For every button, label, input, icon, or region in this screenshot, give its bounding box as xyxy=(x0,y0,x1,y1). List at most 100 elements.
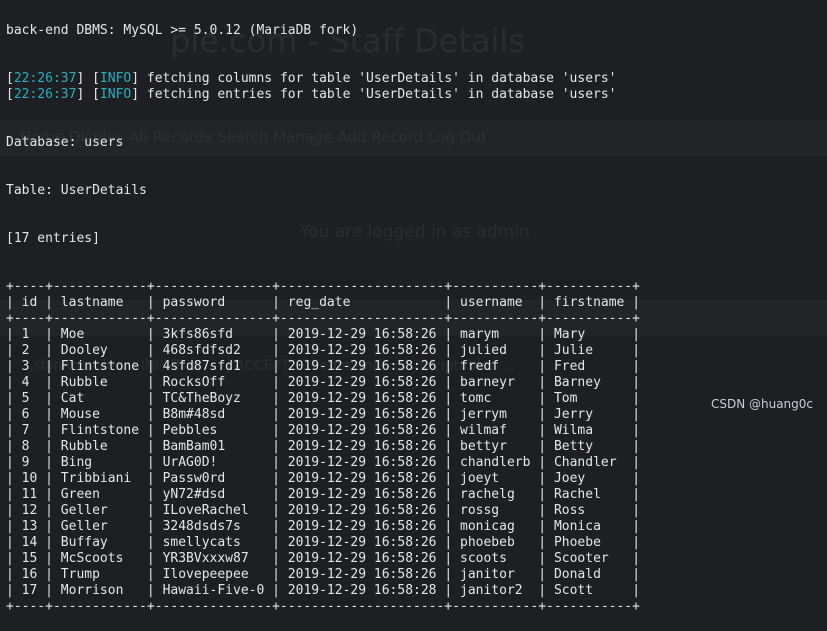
cell-username: phoebeb xyxy=(460,535,531,550)
log-timestamp: 22:26:37 xyxy=(13,87,77,102)
cell-lastname: Rubble xyxy=(60,375,140,390)
table-row: | 7 | Flintstone | Pebbles | 2019-12-29 … xyxy=(6,423,641,438)
cell-username: bettyr xyxy=(460,439,531,454)
table-row: | 6 | Mouse | B8m#48sd | 2019-12-29 16:5… xyxy=(6,407,641,422)
cell-firstname: Wilma xyxy=(553,423,625,438)
cell-lastname: Bing xyxy=(60,455,140,470)
cell-username: julied xyxy=(460,343,531,358)
cell-username: monicag xyxy=(460,519,531,534)
table-header-row: | id | lastname | password | reg_date | … xyxy=(6,295,641,310)
table-row: | 12 | Geller | ILoveRachel | 2019-12-29… xyxy=(6,503,641,518)
column-header-lastname: lastname xyxy=(60,295,140,310)
cell-reg_date: 2019-12-29 16:58:26 xyxy=(287,439,437,454)
cell-lastname: Dooley xyxy=(60,343,140,358)
cell-password: Pebbles xyxy=(162,423,265,438)
cell-firstname: Joey xyxy=(553,471,625,486)
cell-id: 8 xyxy=(21,439,38,454)
cell-firstname: Tom xyxy=(553,391,625,406)
cell-firstname: Mary xyxy=(553,327,625,342)
cell-lastname: Tribbiani xyxy=(60,471,140,486)
cell-id: 13 xyxy=(21,519,38,534)
log-message: fetching columns for table 'UserDetails'… xyxy=(146,71,617,86)
cell-reg_date: 2019-12-29 16:58:26 xyxy=(287,487,437,502)
cell-id: 9 xyxy=(21,455,38,470)
column-header-username: username xyxy=(460,295,531,310)
cell-password: B8m#48sd xyxy=(162,407,265,422)
cell-password: UrAG0D! xyxy=(162,455,265,470)
cell-firstname: Chandler xyxy=(553,455,625,470)
cell-id: 1 xyxy=(21,327,38,342)
table-row: | 2 | Dooley | 468sfdfsd2 | 2019-12-29 1… xyxy=(6,343,641,358)
cell-password: Ilovepeepee xyxy=(162,567,265,582)
table-row: | 10 | Tribbiani | Passw0rd | 2019-12-29… xyxy=(6,471,641,486)
cell-username: janitor xyxy=(460,567,531,582)
cell-id: 12 xyxy=(21,503,38,518)
cell-username: chandlerb xyxy=(460,455,531,470)
cell-lastname: McScoots xyxy=(60,551,140,566)
cell-reg_date: 2019-12-29 16:58:26 xyxy=(287,407,437,422)
cell-username: fredf xyxy=(460,359,531,374)
table-row: | 5 | Cat | TC&TheBoyz | 2019-12-29 16:5… xyxy=(6,391,641,406)
cell-reg_date: 2019-12-29 16:58:26 xyxy=(287,391,437,406)
cell-lastname: Flintstone xyxy=(60,423,140,438)
cell-reg_date: 2019-12-29 16:58:26 xyxy=(287,455,437,470)
cell-id: 17 xyxy=(21,583,38,598)
entries-line: [17 entries] xyxy=(6,231,100,246)
cell-lastname: Buffay xyxy=(60,535,140,550)
cell-firstname: Rachel xyxy=(553,487,625,502)
database-line: Database: users xyxy=(6,135,124,150)
cell-firstname: Jerry xyxy=(553,407,625,422)
cell-firstname: Barney xyxy=(553,375,625,390)
table-row: | 15 | McScoots | YR3BVxxxw87 | 2019-12-… xyxy=(6,551,641,566)
log-message: fetching entries for table 'UserDetails'… xyxy=(146,87,617,102)
cell-firstname: Ross xyxy=(553,503,625,518)
table-border: +----+------------+---------------+-----… xyxy=(6,279,640,294)
cell-lastname: Rubble xyxy=(60,439,140,454)
cell-password: BamBam01 xyxy=(162,439,265,454)
cell-reg_date: 2019-12-29 16:58:26 xyxy=(287,503,437,518)
cell-username: scoots xyxy=(460,551,531,566)
log-lines: [22:26:37] [INFO] fetching columns for t… xyxy=(6,71,640,103)
column-header-reg_date: reg_date xyxy=(287,295,437,310)
terminal-output: back-end DBMS: MySQL >= 5.0.12 (MariaDB … xyxy=(6,0,640,631)
table-border: +----+------------+---------------+-----… xyxy=(6,311,640,326)
cell-password: 3kfs86sfd xyxy=(162,327,265,342)
cell-password: TC&TheBoyz xyxy=(162,391,265,406)
log-timestamp: 22:26:37 xyxy=(13,71,77,86)
cell-reg_date: 2019-12-29 16:58:26 xyxy=(287,471,437,486)
cell-username: rossg xyxy=(460,503,531,518)
cell-password: Hawaii-Five-0 xyxy=(162,583,265,598)
cell-password: ILoveRachel xyxy=(162,503,265,518)
column-header-id: id xyxy=(21,295,38,310)
column-header-firstname: firstname xyxy=(553,295,625,310)
cell-firstname: Julie xyxy=(553,343,625,358)
table-row: | 16 | Trump | Ilovepeepee | 2019-12-29 … xyxy=(6,567,641,582)
cell-reg_date: 2019-12-29 16:58:26 xyxy=(287,535,437,550)
cell-lastname: Trump xyxy=(60,567,140,582)
cell-reg_date: 2019-12-29 16:58:26 xyxy=(287,375,437,390)
cell-username: barneyr xyxy=(460,375,531,390)
cell-username: janitor2 xyxy=(460,583,531,598)
cell-firstname: Scott xyxy=(553,583,625,598)
cell-password: Passw0rd xyxy=(162,471,265,486)
cell-id: 16 xyxy=(21,567,38,582)
cell-firstname: Betty xyxy=(553,439,625,454)
cell-reg_date: 2019-12-29 16:58:26 xyxy=(287,551,437,566)
cell-password: 4sfd87sfd1 xyxy=(162,359,265,374)
cell-lastname: Cat xyxy=(60,391,140,406)
cell-firstname: Scooter xyxy=(553,551,625,566)
cell-id: 7 xyxy=(21,423,38,438)
table-row: | 17 | Morrison | Hawaii-Five-0 | 2019-1… xyxy=(6,583,641,598)
cell-id: 4 xyxy=(21,375,38,390)
cell-username: rachelg xyxy=(460,487,531,502)
terminal-partial-line: back-end DBMS: MySQL >= 5.0.12 (MariaDB … xyxy=(6,23,359,38)
cell-id: 15 xyxy=(21,551,38,566)
table-row: | 14 | Buffay | smellycats | 2019-12-29 … xyxy=(6,535,641,550)
cell-id: 14 xyxy=(21,535,38,550)
cell-password: YR3BVxxxw87 xyxy=(162,551,265,566)
table-row: | 8 | Rubble | BamBam01 | 2019-12-29 16:… xyxy=(6,439,641,454)
cell-username: joeyt xyxy=(460,471,531,486)
table-row: | 9 | Bing | UrAG0D! | 2019-12-29 16:58:… xyxy=(6,455,641,470)
cell-firstname: Monica xyxy=(553,519,625,534)
cell-lastname: Mouse xyxy=(60,407,140,422)
